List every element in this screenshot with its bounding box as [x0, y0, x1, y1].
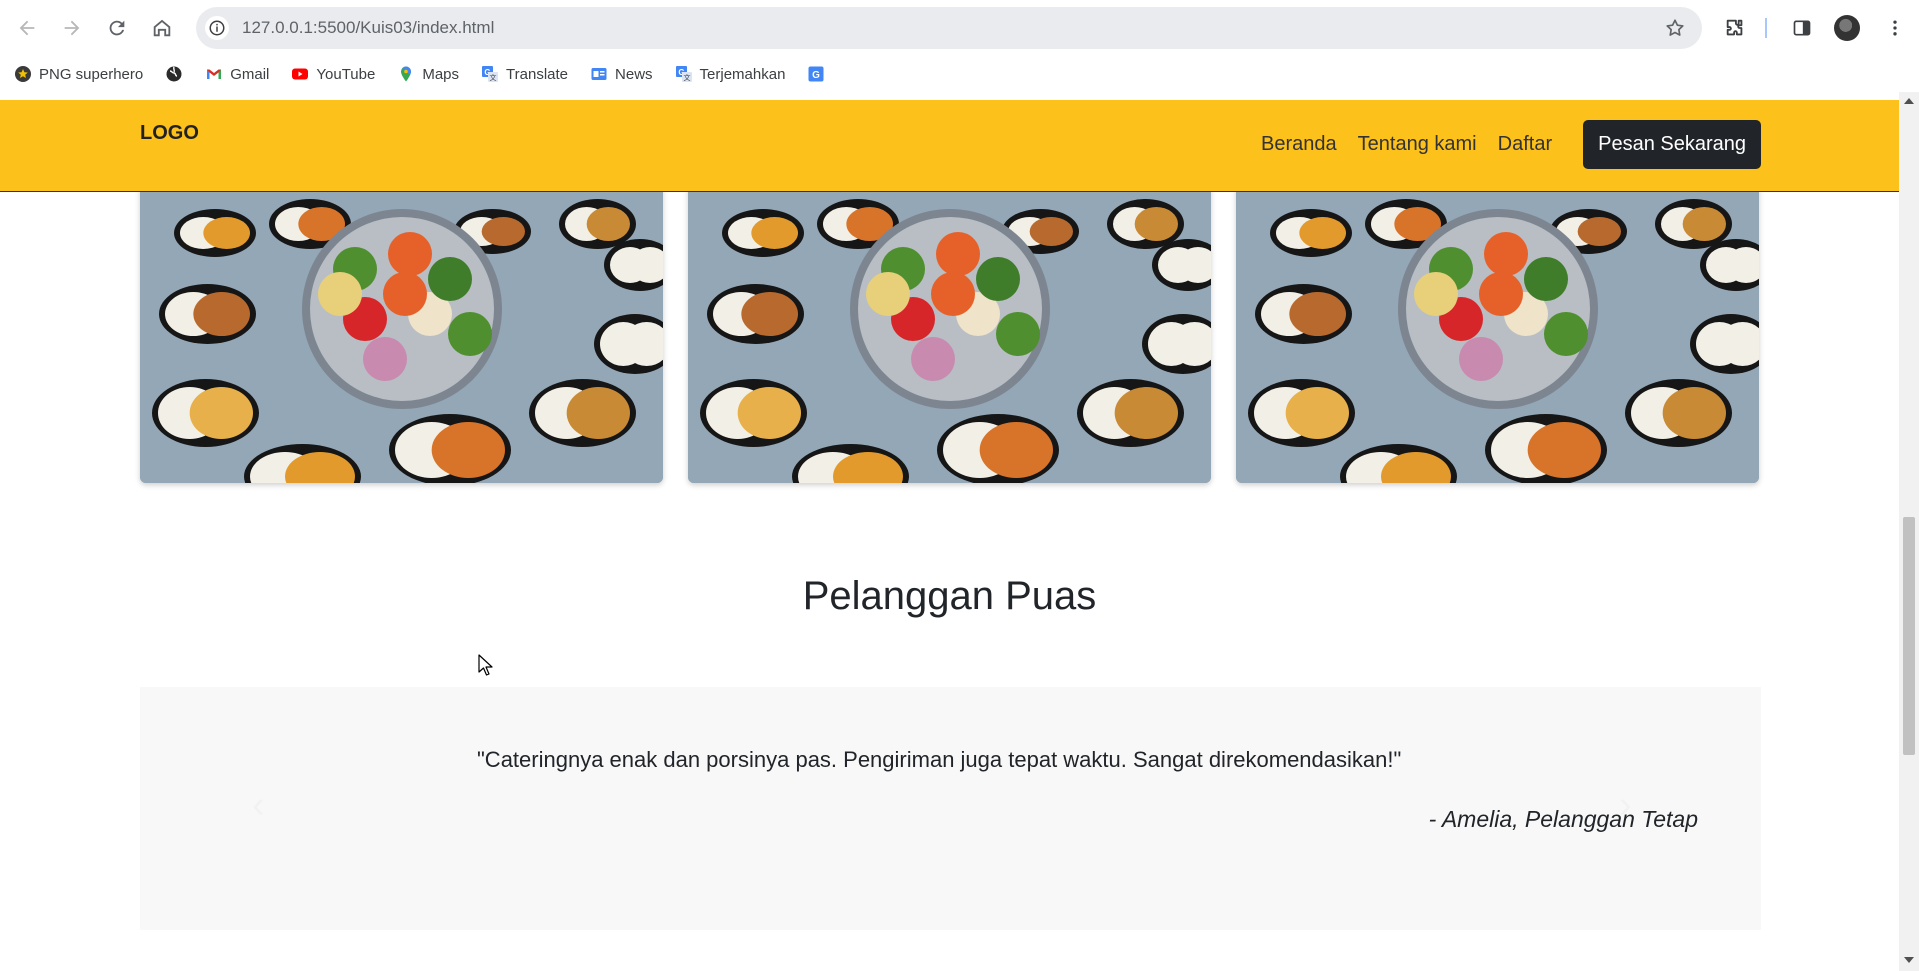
bookmark-translate[interactable]: G文 Translate: [481, 65, 568, 83]
toolbar-divider: [1765, 18, 1767, 38]
home-button[interactable]: [146, 12, 178, 44]
testimonial-author: - Amelia, Pelanggan Tetap: [1428, 806, 1698, 832]
food-gallery: [140, 184, 1760, 483]
bookmark-star-icon[interactable]: [1664, 17, 1686, 44]
forward-button[interactable]: [56, 12, 88, 44]
catering-food-image: [140, 184, 663, 483]
scroll-up-icon[interactable]: [1904, 98, 1914, 104]
more-vertical-icon: [1893, 20, 1897, 36]
nav-link-tentang-kami[interactable]: Tentang kami: [1358, 133, 1477, 156]
svg-text:G: G: [813, 70, 821, 81]
bookmark-maps[interactable]: Maps: [397, 65, 459, 83]
food-photo: [140, 184, 663, 483]
section-title: Pelanggan Puas: [802, 574, 1097, 618]
order-now-button[interactable]: Pesan Sekarang: [1583, 120, 1761, 169]
google-translate-icon: G: [807, 65, 825, 83]
testimonial-carousel: ‹ "Cateringnya enak dan porsinya pas. Pe…: [140, 687, 1761, 930]
nav-link-daftar[interactable]: Daftar: [1498, 133, 1552, 156]
catering-food-image: [688, 184, 1211, 483]
bookmark-terjemahkan[interactable]: G文 Terjemahkan: [675, 65, 785, 83]
translate-icon: G文: [675, 65, 693, 83]
bookmark-png-superhero[interactable]: PNG superhero: [14, 65, 143, 83]
browser-toolbar: 127.0.0.1:5500/Kuis03/index.html: [0, 0, 1919, 56]
menu-button[interactable]: [1879, 12, 1911, 44]
globe-icon: [165, 65, 183, 83]
gmail-icon: [205, 65, 223, 83]
food-photo: [688, 184, 1211, 483]
svg-text:文: 文: [490, 73, 497, 82]
arrow-right-icon: [64, 20, 80, 36]
page-viewport: LOGO Beranda Tentang kami Daftar Pesan S…: [0, 92, 1919, 971]
food-photo: [1236, 184, 1759, 483]
news-icon: [590, 65, 608, 83]
extensions-button[interactable]: [1719, 12, 1751, 44]
puzzle-icon: [1726, 19, 1743, 36]
superhero-icon: [14, 65, 32, 83]
maps-icon: [397, 65, 415, 83]
translate-icon: G文: [481, 65, 499, 83]
testimonial-quote: "Cateringnya enak dan porsinya pas. Peng…: [477, 747, 1402, 772]
bookmark-youtube[interactable]: YouTube: [291, 65, 375, 83]
bookmarks-bar: PNG superhero Gmail YouTube Maps G文 Tran…: [0, 56, 1919, 92]
profile-avatar[interactable]: [1834, 15, 1860, 41]
scrollbar-thumb[interactable]: [1903, 517, 1915, 755]
site-navbar: LOGO Beranda Tentang kami Daftar Pesan S…: [0, 100, 1899, 192]
arrow-left-icon: [19, 20, 35, 36]
catering-food-image: [1236, 184, 1759, 483]
bookmark-gmail[interactable]: Gmail: [205, 65, 269, 83]
chevron-left-icon[interactable]: ‹: [252, 786, 282, 824]
bookmark-globe[interactable]: [165, 65, 183, 83]
page-scrollbar[interactable]: [1899, 92, 1919, 971]
side-panel-icon: [1793, 20, 1811, 36]
bookmark-news[interactable]: News: [590, 65, 653, 83]
side-panel-button[interactable]: [1786, 12, 1818, 44]
scroll-down-icon[interactable]: [1904, 957, 1914, 963]
svg-text:文: 文: [683, 73, 690, 82]
url-text[interactable]: 127.0.0.1:5500/Kuis03/index.html: [242, 18, 494, 38]
reload-button[interactable]: [101, 12, 133, 44]
site-logo[interactable]: LOGO: [140, 122, 199, 145]
mouse-cursor-icon: [478, 654, 493, 676]
address-bar[interactable]: 127.0.0.1:5500/Kuis03/index.html: [196, 7, 1702, 49]
home-icon: [153, 19, 171, 37]
back-button[interactable]: [11, 12, 43, 44]
nav-link-beranda[interactable]: Beranda: [1261, 133, 1337, 156]
nav-links: Beranda Tentang kami Daftar Pesan Sekara…: [1261, 120, 1761, 169]
site-info-icon[interactable]: [205, 16, 229, 40]
reload-icon: [109, 20, 125, 36]
bookmark-google-translate[interactable]: G: [807, 65, 825, 83]
youtube-icon: [291, 65, 309, 83]
chevron-right-icon[interactable]: ›: [1619, 786, 1649, 824]
